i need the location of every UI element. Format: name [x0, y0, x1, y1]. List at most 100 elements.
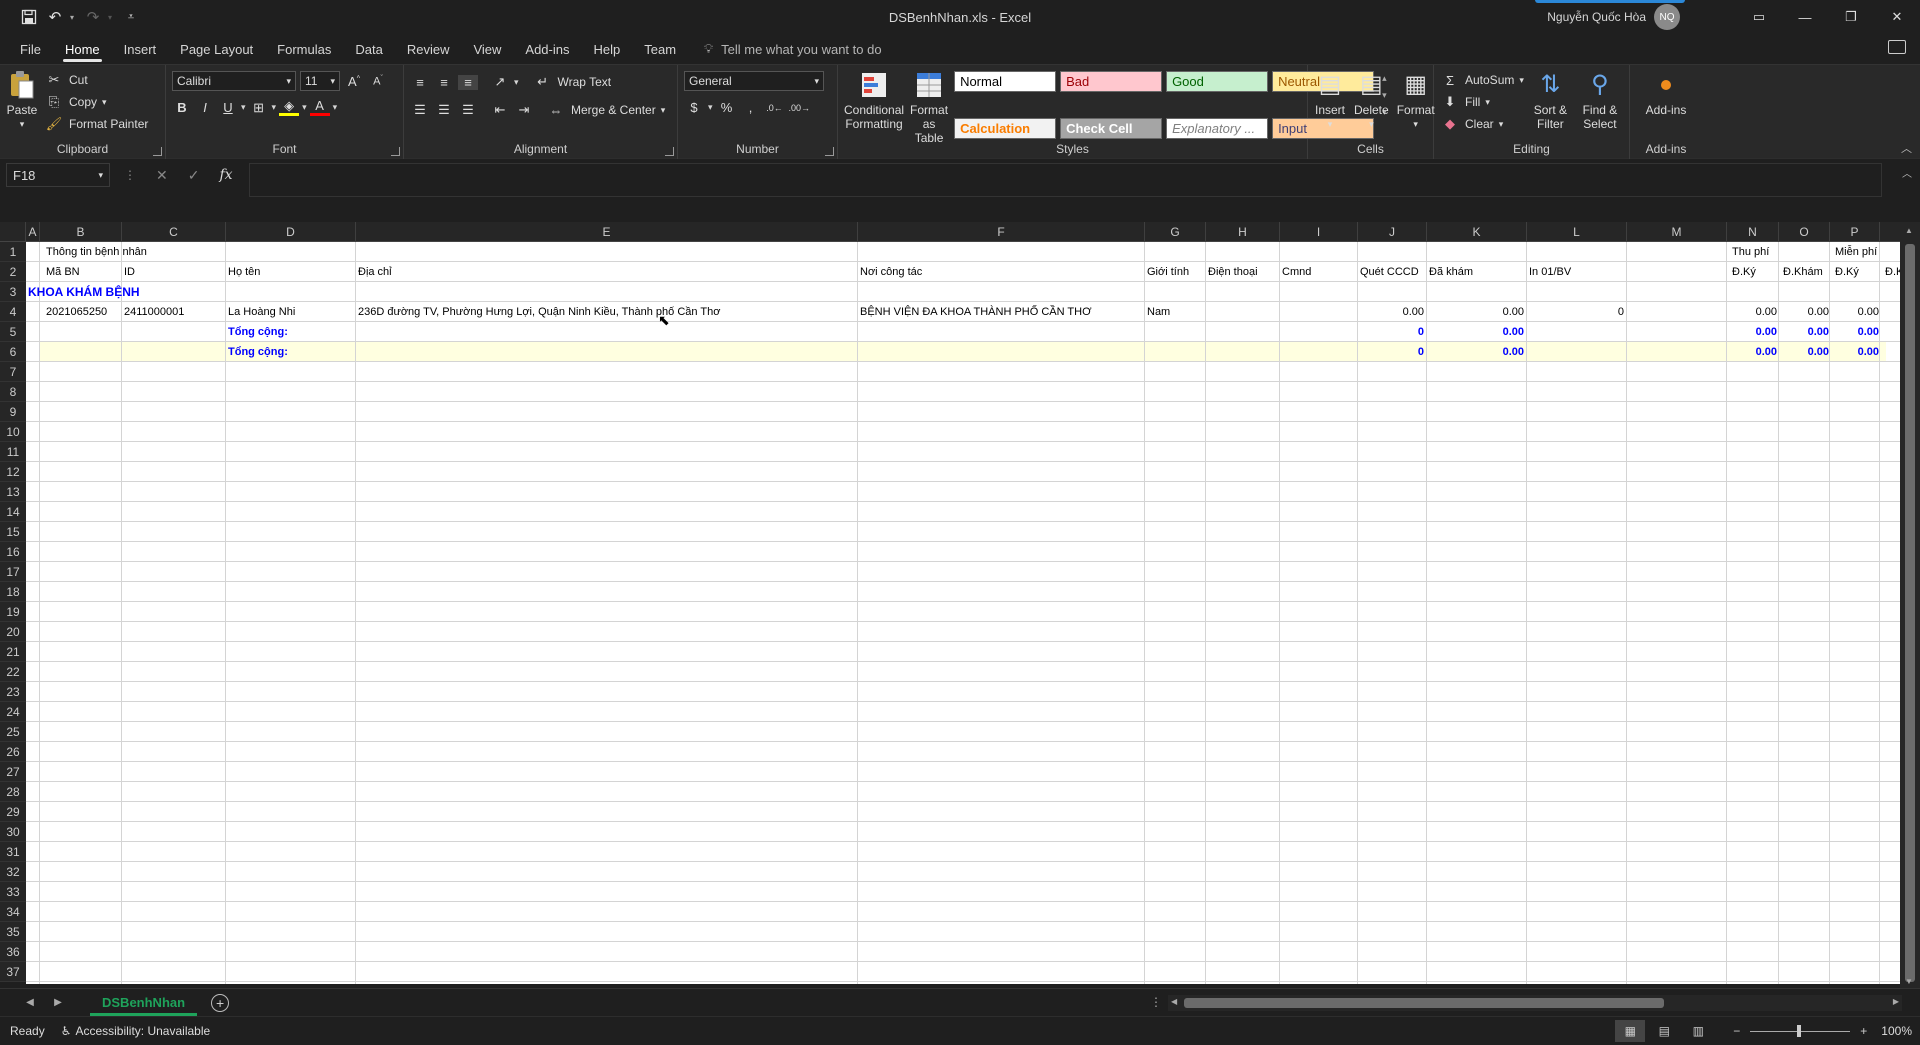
cell-O2[interactable]: Đ.Khám [1781, 262, 1825, 282]
accessibility-status[interactable]: ♿︎ Accessibility: Unavailable [61, 1024, 211, 1038]
font-color-icon[interactable]: A [309, 99, 330, 116]
customize-qat-icon[interactable]: ⩡ [120, 6, 142, 28]
worksheet-grid[interactable]: Thông tin bệnh nhân Thu phí Miễn phí Mã … [26, 242, 1900, 984]
row-header-19[interactable]: 19 [0, 602, 26, 622]
formula-input[interactable] [248, 163, 1882, 197]
tab-formulas[interactable]: Formulas [265, 34, 343, 64]
horizontal-scrollbar[interactable]: ◀ ▶ [1168, 995, 1902, 1011]
row-header-29[interactable]: 29 [0, 802, 26, 822]
normal-view-icon[interactable]: ▦ [1615, 1020, 1646, 1042]
column-header-f[interactable]: F [858, 222, 1145, 242]
cell-N4[interactable]: 0.00 [1727, 302, 1779, 322]
add-ins-button[interactable]: Add-ins [1636, 69, 1696, 117]
cell-B2[interactable]: Mã BN [44, 262, 82, 282]
tab-home[interactable]: Home [53, 34, 112, 64]
number-launcher-icon[interactable] [825, 147, 834, 156]
cell-O4[interactable]: 0.00 [1780, 302, 1831, 322]
row-header-27[interactable]: 27 [0, 762, 26, 782]
column-header-k[interactable]: K [1427, 222, 1527, 242]
font-name-select[interactable]: Calibri ▾ [172, 71, 296, 91]
formula-bar-splitter-icon[interactable]: ⋮ [124, 163, 136, 187]
cell-style-bad[interactable]: Bad [1060, 71, 1163, 92]
fill-color-icon[interactable]: ◈ [279, 99, 300, 116]
row-header-35[interactable]: 35 [0, 922, 26, 942]
borders-icon[interactable]: ⊞ [249, 100, 269, 116]
underline-dropdown-icon[interactable]: ▾ [241, 102, 246, 113]
cell-N6[interactable]: 0.00 [1727, 342, 1779, 362]
chevron-down-icon[interactable]: ▾ [661, 105, 666, 116]
row-header-15[interactable]: 15 [0, 522, 26, 542]
cell-N5[interactable]: 0.00 [1727, 322, 1779, 342]
cell-G4[interactable]: Nam [1145, 302, 1172, 322]
cell-D5[interactable]: Tổng cộng: [226, 322, 290, 342]
undo-dropdown-icon[interactable]: ▾ [70, 13, 78, 22]
row-header-5[interactable]: 5 [0, 322, 26, 342]
row-header-36[interactable]: 36 [0, 942, 26, 962]
sheet-tab-dsbenhnhan[interactable]: DSBenhNhan [90, 989, 198, 1016]
row-header-22[interactable]: 22 [0, 662, 26, 682]
tab-add-ins[interactable]: Add-ins [513, 34, 581, 64]
italic-button[interactable]: I [195, 100, 215, 115]
column-header-b[interactable]: B [40, 222, 122, 242]
cell-E2[interactable]: Địa chỉ [356, 262, 394, 282]
paste-button[interactable]: Paste ▾ [6, 69, 38, 135]
zoom-level[interactable]: 100% [1881, 1024, 1912, 1038]
clipboard-launcher-icon[interactable] [153, 147, 162, 156]
decrease-indent-icon[interactable]: ⇤ [490, 102, 510, 118]
select-all-corner[interactable] [0, 222, 26, 242]
row-header-25[interactable]: 25 [0, 722, 26, 742]
wrap-text-button[interactable]: ↵ Wrap Text [533, 71, 611, 93]
vertical-scroll-thumb[interactable] [1905, 244, 1915, 982]
tab-review[interactable]: Review [395, 34, 462, 64]
cell-style-calculation[interactable]: Calculation [954, 117, 1057, 139]
undo-icon[interactable]: ↶ [44, 6, 66, 28]
font-size-select[interactable]: 11 ▾ [300, 71, 340, 91]
orientation-dropdown-icon[interactable]: ▾ [514, 77, 519, 88]
orientation-icon[interactable]: ↗ [490, 74, 510, 90]
tab-splitter-icon[interactable]: ⋮ [1150, 995, 1162, 1009]
cell-F4[interactable]: BỆNH VIỆN ĐA KHOA THÀNH PHỐ CẦN THƠ [858, 302, 1094, 322]
zoom-slider-thumb[interactable] [1797, 1024, 1802, 1037]
scroll-right-icon[interactable]: ▶ [1893, 997, 1899, 1006]
bottom-align-icon[interactable]: ≡ [458, 74, 478, 90]
alignment-launcher-icon[interactable] [665, 147, 674, 156]
align-center-icon[interactable]: ☰ [434, 102, 454, 118]
column-header-l[interactable]: L [1527, 222, 1627, 242]
font-launcher-icon[interactable] [391, 147, 400, 156]
tab-view[interactable]: View [461, 34, 513, 64]
collapse-ribbon-icon[interactable]: ︿ [1901, 140, 1912, 156]
cell-P1[interactable]: Miễn phí [1833, 242, 1879, 262]
row-header-28[interactable]: 28 [0, 782, 26, 802]
comments-icon[interactable] [1888, 40, 1906, 54]
column-header-i[interactable]: I [1280, 222, 1358, 242]
row-header-14[interactable]: 14 [0, 502, 26, 522]
cell-O6[interactable]: 0.00 [1780, 342, 1831, 362]
confirm-entry-icon[interactable]: ✓ [188, 167, 200, 184]
save-icon[interactable] [18, 6, 40, 28]
increase-decimal-icon[interactable]: .0← [765, 103, 785, 113]
restore-icon[interactable]: ❐ [1828, 0, 1874, 34]
row-header-1[interactable]: 1 [0, 242, 26, 262]
row-header-3[interactable]: 3 [0, 282, 26, 302]
row-header-9[interactable]: 9 [0, 402, 26, 422]
cell-L4[interactable]: 0 [1527, 302, 1626, 322]
percent-icon[interactable]: % [717, 100, 737, 115]
cell-D4[interactable]: La Hoàng Nhi [226, 302, 297, 322]
borders-dropdown-icon[interactable]: ▾ [272, 102, 277, 113]
cell-C2[interactable]: ID [122, 262, 137, 282]
close-icon[interactable]: ✕ [1874, 0, 1920, 34]
row-header-31[interactable]: 31 [0, 842, 26, 862]
account[interactable]: Nguyễn Quốc Hòa NQ [1535, 0, 1686, 34]
currency-dropdown-icon[interactable]: ▾ [708, 102, 713, 113]
cell-K4[interactable]: 0.00 [1427, 302, 1526, 322]
column-header-g[interactable]: G [1145, 222, 1206, 242]
row-header-4[interactable]: 4 [0, 302, 26, 322]
tell-me-search[interactable]: 💡︎ Tell me what you want to do [704, 41, 882, 57]
comma-style-icon[interactable]: , [741, 100, 761, 115]
row-header-2[interactable]: 2 [0, 262, 26, 282]
copy-button[interactable]: ⎘ Copy ▾ [44, 91, 148, 113]
align-right-icon[interactable]: ☰ [458, 102, 478, 118]
cell-J4[interactable]: 0.00 [1358, 302, 1426, 322]
ribbon-display-options-icon[interactable]: ▭ [1736, 0, 1782, 34]
fill-button[interactable]: ⬇ Fill ▾ [1440, 91, 1524, 113]
